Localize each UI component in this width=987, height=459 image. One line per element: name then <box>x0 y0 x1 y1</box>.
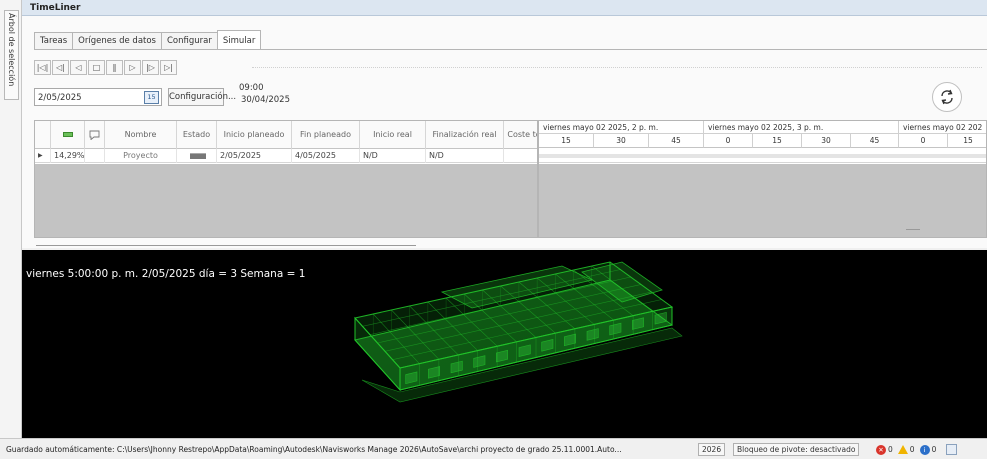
col-comments[interactable] <box>85 121 105 149</box>
date-value: 2/05/2025 <box>38 93 82 103</box>
gantt-band-2: viernes mayo 02 2025, 3 p. m. <box>704 121 899 134</box>
3d-viewport[interactable]: viernes 5:00:00 p. m. 2/05/2025 día = 3 … <box>22 250 987 438</box>
row-comments <box>85 149 105 163</box>
grid-empty-area <box>35 164 537 237</box>
simulation-time: 09:00 <box>239 83 264 93</box>
play-reverse-button[interactable]: ◁ <box>70 60 87 75</box>
col-inicio-real[interactable]: Inicio real <box>360 121 426 149</box>
grid-horizontal-scrollbar[interactable] <box>36 245 416 246</box>
tab-configurar[interactable]: Configurar <box>160 32 218 49</box>
gantt-tick: 45 <box>851 134 899 148</box>
panel-title-bar: TimeLiner <box>22 0 987 16</box>
refresh-icon[interactable] <box>932 82 962 112</box>
row-start-real[interactable]: N/D <box>360 149 426 163</box>
simulation-slider[interactable] <box>252 67 982 68</box>
playback-toolbar: |◁| ◁| ◁ □ ‖ ▷ |▷ ▷| <box>34 60 182 75</box>
pivot-lock-status[interactable]: Bloqueo de pivote: desactivado <box>733 443 860 456</box>
row-start-planned[interactable]: 2/05/2025 <box>217 149 292 163</box>
gantt-tick: 15 <box>753 134 802 148</box>
configuration-button[interactable]: Configuración... <box>168 88 236 106</box>
rewind-to-start-button[interactable]: |◁| <box>34 60 51 75</box>
date-field[interactable]: 2/05/2025 15 <box>34 88 162 106</box>
forward-to-end-button[interactable]: ▷| <box>160 60 177 75</box>
gantt-horizontal-scrollbar[interactable] <box>906 229 920 230</box>
selection-tree-tab-label: Árbol de selección <box>7 13 16 87</box>
gantt-tick: 30 <box>594 134 649 148</box>
status-year: 2026 <box>698 443 726 456</box>
step-back-button[interactable]: ◁| <box>52 60 69 75</box>
simulation-time-label: 09:00 30/04/2025 <box>239 82 290 106</box>
tab-tareas[interactable]: Tareas <box>34 32 74 49</box>
side-dock: Árbol de selección <box>0 0 22 438</box>
task-grid: Nombre Estado Inicio planeado Fin planea… <box>34 120 538 238</box>
col-coste[interactable]: Coste to <box>504 121 537 149</box>
warning-icon[interactable] <box>897 445 908 454</box>
building-model[interactable] <box>22 250 987 438</box>
status-bar-icon <box>190 152 206 159</box>
autosave-path: Guardado automáticamente: C:\Users\Jhonn… <box>6 445 622 454</box>
gantt-tick: 0 <box>704 134 753 148</box>
row-end-real[interactable]: N/D <box>426 149 504 163</box>
error-count: 0 <box>888 445 893 454</box>
gantt-tick: 15 <box>539 134 594 148</box>
gantt-tick: 30 <box>802 134 851 148</box>
tab-strip: Tareas Orígenes de datos Configurar Simu… <box>34 30 262 49</box>
tab-simular[interactable]: Simular <box>216 30 262 49</box>
col-nombre[interactable]: Nombre <box>105 121 177 149</box>
gantt-band-3: viernes mayo 02 202 <box>899 121 986 134</box>
comment-icon <box>89 130 100 140</box>
progress-icon <box>62 132 73 137</box>
row-pointer-icon: ▶ <box>35 149 51 163</box>
timeliner-window: Árbol de selección TimeLiner Tareas Oríg… <box>0 0 987 459</box>
simulation-date: 30/04/2025 <box>241 95 290 105</box>
col-estado[interactable]: Estado <box>177 121 217 149</box>
row-percent: 14,29% <box>51 149 85 163</box>
info-icon[interactable]: i <box>919 444 930 455</box>
timeliner-panel: Tareas Orígenes de datos Configurar Simu… <box>22 16 987 248</box>
info-count: 0 <box>931 445 937 454</box>
row-status <box>177 149 217 163</box>
pause-button[interactable]: ‖ <box>106 60 123 75</box>
status-indicators: ✕ 0 0 i 0 <box>876 444 958 455</box>
gantt-band-1: viernes mayo 02 2025, 2 p. m. <box>539 121 704 134</box>
grid-header: Nombre Estado Inicio planeado Fin planea… <box>35 121 537 149</box>
gantt-empty-area <box>539 164 986 237</box>
gantt-tick: 0 <box>899 134 948 148</box>
row-name[interactable]: Proyecto <box>105 149 177 163</box>
col-selector[interactable] <box>35 121 51 149</box>
panel-title: TimeLiner <box>30 3 81 13</box>
col-progress[interactable] <box>51 121 85 149</box>
row-end-planned[interactable]: 4/05/2025 <box>292 149 360 163</box>
stop-button[interactable]: □ <box>88 60 105 75</box>
table-row[interactable]: ▶ 14,29% Proyecto 2/05/2025 4/05/2025 N/… <box>35 149 537 163</box>
col-inicio-planeado[interactable]: Inicio planeado <box>217 121 292 149</box>
warning-count: 0 <box>909 445 915 454</box>
gantt-row[interactable] <box>539 149 986 163</box>
gantt-task-bar[interactable] <box>539 154 986 158</box>
error-icon[interactable]: ✕ <box>876 444 886 455</box>
gantt-tick: 45 <box>649 134 704 148</box>
step-forward-button[interactable]: |▷ <box>142 60 159 75</box>
tab-divider <box>34 49 987 50</box>
gantt-tick: 15 <box>948 134 986 148</box>
col-finalizacion-real[interactable]: Finalización real <box>426 121 504 149</box>
tab-origenes-de-datos[interactable]: Orígenes de datos <box>72 32 162 49</box>
gantt-chart: viernes mayo 02 2025, 2 p. m. viernes ma… <box>538 120 987 238</box>
row-cost[interactable] <box>504 149 537 163</box>
status-bar: Guardado automáticamente: C:\Users\Jhonn… <box>0 438 987 459</box>
layout-icon[interactable] <box>946 444 958 455</box>
calendar-icon[interactable]: 15 <box>144 91 159 104</box>
play-button[interactable]: ▷ <box>124 60 141 75</box>
selection-tree-tab[interactable]: Árbol de selección <box>4 10 19 100</box>
col-fin-planeado[interactable]: Fin planeado <box>292 121 360 149</box>
